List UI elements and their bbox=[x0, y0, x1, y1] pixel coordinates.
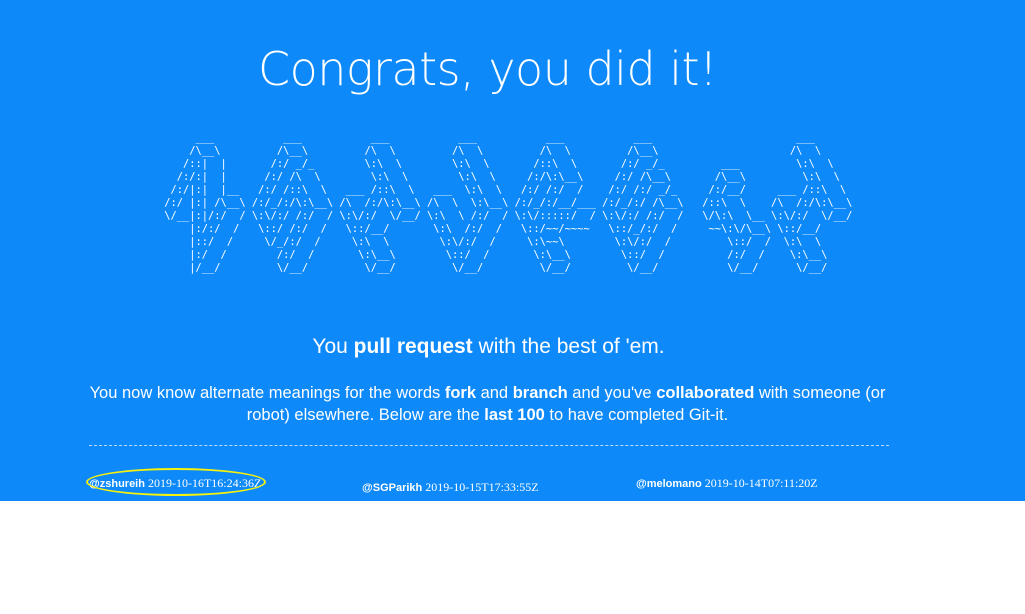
ascii-banner: ___ ___ ___ ___ ___ ___ ___ /\__\ /\__\ … bbox=[164, 132, 853, 274]
completer-handle-link[interactable]: @zshureih bbox=[89, 478, 145, 490]
tagline-bold: pull request bbox=[353, 335, 473, 358]
tagline: You pull request with the best of 'em. bbox=[0, 335, 977, 359]
page: Congrats, you did it! ___ ___ ___ ___ __… bbox=[0, 0, 1025, 614]
completer-entry: @melomano 2019-10-14T07:11:20Z bbox=[636, 476, 818, 491]
description-part5: to have completed Git-it. bbox=[544, 406, 729, 424]
description-part2: and bbox=[476, 384, 513, 402]
tagline-suffix: with the best of 'em. bbox=[472, 335, 665, 358]
description-branch: branch bbox=[512, 384, 568, 402]
divider bbox=[89, 445, 889, 446]
congrats-panel: Congrats, you did it! ___ ___ ___ ___ __… bbox=[0, 0, 1025, 501]
completer-entry: @SGParikh 2019-10-15T17:33:55Z bbox=[362, 480, 539, 495]
description-fork: fork bbox=[444, 384, 476, 402]
completer-handle-link[interactable]: @melomano bbox=[636, 478, 702, 490]
completer-handle-link[interactable]: @SGParikh bbox=[362, 482, 422, 494]
description-part3: and you've bbox=[567, 384, 657, 402]
page-title: Congrats, you did it! bbox=[257, 42, 718, 96]
tagline-prefix: You bbox=[312, 335, 354, 358]
completer-entry: @zshureih 2019-10-16T16:24:36Z bbox=[89, 476, 261, 491]
completer-timestamp: 2019-10-15T17:33:55Z bbox=[425, 480, 539, 494]
completer-timestamp: 2019-10-16T16:24:36Z bbox=[147, 476, 262, 490]
completer-timestamp: 2019-10-14T07:11:20Z bbox=[704, 476, 818, 490]
description-collaborated: collaborated bbox=[656, 384, 755, 402]
description-last100: last 100 bbox=[484, 406, 545, 424]
description: You now know alternate meanings for the … bbox=[80, 382, 895, 426]
blank-area bbox=[0, 501, 1025, 614]
description-part1: You now know alternate meanings for the … bbox=[89, 384, 445, 402]
